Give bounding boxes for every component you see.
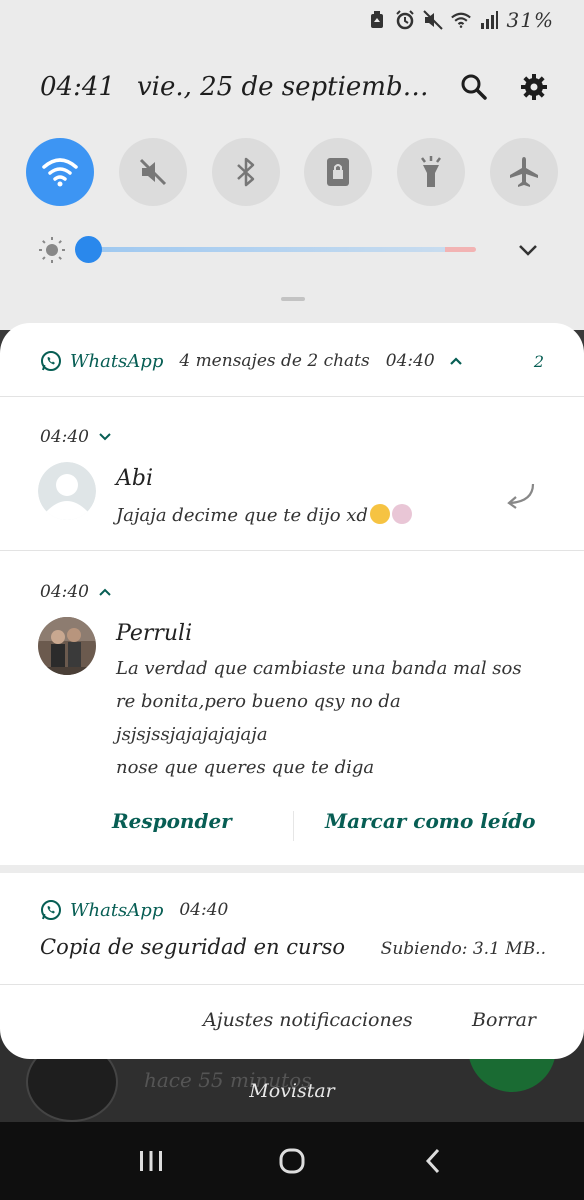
expand-chevron-down-icon[interactable] bbox=[99, 427, 111, 447]
avatar-default bbox=[38, 462, 96, 520]
divider bbox=[0, 396, 584, 397]
quick-toggles bbox=[26, 138, 558, 206]
brightness-slider[interactable] bbox=[75, 228, 476, 272]
backup-header: WhatsApp 04:40 bbox=[40, 897, 242, 923]
bluetooth-toggle[interactable] bbox=[211, 138, 280, 206]
airplane-icon bbox=[509, 157, 538, 187]
notification-settings-button[interactable]: Ajustes notificaciones bbox=[203, 1009, 413, 1031]
message-time: 04:40 bbox=[40, 427, 89, 447]
portrait-lock-toggle[interactable] bbox=[304, 138, 373, 206]
message-line: jsjsjssjajajajajaja bbox=[116, 724, 268, 745]
laughing-emoji-icon bbox=[369, 504, 390, 524]
message-line: nose que queres que te diga bbox=[116, 757, 375, 778]
flashlight-icon bbox=[421, 156, 442, 187]
wifi-toggle[interactable] bbox=[26, 138, 94, 206]
brightness-thumb[interactable] bbox=[75, 236, 102, 263]
portrait-lock-icon bbox=[327, 158, 350, 186]
notification-panel: WhatsApp 4 mensajes de 2 chats 04:40 2 0… bbox=[0, 323, 584, 1059]
message-time-row: 04:40 bbox=[40, 427, 111, 447]
flashlight-toggle[interactable] bbox=[397, 138, 466, 206]
whatsapp-icon bbox=[40, 350, 62, 372]
wifi-icon bbox=[42, 158, 78, 187]
quick-settings-header: 04:41 vie., 25 de septiemb… bbox=[40, 62, 554, 112]
divider bbox=[0, 550, 584, 551]
notification-actions: Responder Marcar como leído bbox=[0, 809, 584, 843]
collapse-chevron-up-icon[interactable] bbox=[449, 354, 463, 368]
group-time: 04:40 bbox=[385, 351, 435, 371]
shade-handle[interactable] bbox=[281, 297, 305, 301]
action-separator bbox=[293, 811, 294, 841]
sender-name: Perruli bbox=[116, 621, 193, 646]
mute-icon bbox=[422, 10, 443, 30]
message-line: La verdad que cambiaste una banda mal so… bbox=[116, 658, 522, 679]
status-bar: 31% bbox=[367, 6, 554, 34]
expand-chevron-down-icon[interactable] bbox=[516, 238, 540, 262]
reply-icon[interactable] bbox=[502, 478, 536, 512]
message-time-row: 04:40 bbox=[40, 582, 111, 602]
app-name: WhatsApp bbox=[70, 899, 164, 921]
date: vie., 25 de septiemb… bbox=[136, 72, 429, 102]
bluetooth-icon bbox=[236, 157, 254, 187]
settings-gear-icon[interactable] bbox=[514, 67, 554, 107]
message-line: re bonita,pero bueno qsy no da bbox=[116, 691, 401, 712]
home-icon[interactable] bbox=[272, 1141, 312, 1181]
group-summary: 4 mensajes de 2 chats bbox=[179, 351, 370, 371]
backup-status: Subiendo: 3.1 MB.. bbox=[380, 939, 546, 959]
message-line: Jajaja decime que te dijo xd bbox=[116, 505, 368, 526]
avatar-photo bbox=[38, 617, 96, 675]
recent-apps-icon[interactable] bbox=[131, 1141, 171, 1181]
backup-title: Copia de seguridad en curso bbox=[40, 935, 345, 959]
whatsapp-icon bbox=[40, 899, 62, 921]
collapse-chevron-up-icon[interactable] bbox=[99, 582, 111, 602]
backup-time: 04:40 bbox=[179, 900, 229, 920]
divider bbox=[0, 984, 584, 985]
wifi-icon bbox=[450, 10, 471, 30]
battery-saver-icon bbox=[367, 10, 387, 30]
airplane-mode-toggle[interactable] bbox=[489, 138, 558, 206]
navigation-bar bbox=[0, 1122, 584, 1200]
back-icon[interactable] bbox=[413, 1141, 453, 1181]
alarm-icon bbox=[395, 10, 415, 30]
message-time: 04:40 bbox=[40, 582, 89, 602]
clock: 04:41 bbox=[40, 72, 115, 102]
mute-icon bbox=[139, 158, 166, 186]
signal-icon bbox=[479, 10, 499, 30]
app-name: WhatsApp bbox=[70, 350, 164, 372]
message-text: Jajaja decime que te dijo xd bbox=[116, 504, 412, 526]
mark-as-read-button[interactable]: Marcar como leído bbox=[325, 809, 536, 833]
brightness-track bbox=[88, 247, 476, 252]
person-gesturing-emoji-icon bbox=[391, 504, 412, 524]
clear-all-button[interactable]: Borrar bbox=[472, 1009, 536, 1031]
carrier-label: Movistar bbox=[249, 1080, 335, 1102]
search-icon[interactable] bbox=[454, 67, 494, 107]
brightness-sun-icon bbox=[36, 234, 68, 266]
sound-toggle[interactable] bbox=[118, 138, 187, 206]
battery-percentage: 31% bbox=[506, 8, 554, 32]
sender-name: Abi bbox=[116, 466, 154, 491]
brightness-control bbox=[36, 228, 540, 272]
group-count: 2 bbox=[533, 351, 544, 371]
reply-button[interactable]: Responder bbox=[112, 809, 232, 833]
section-separator bbox=[0, 865, 584, 873]
whatsapp-group-header[interactable]: WhatsApp 4 mensajes de 2 chats 04:40 2 bbox=[40, 343, 544, 379]
